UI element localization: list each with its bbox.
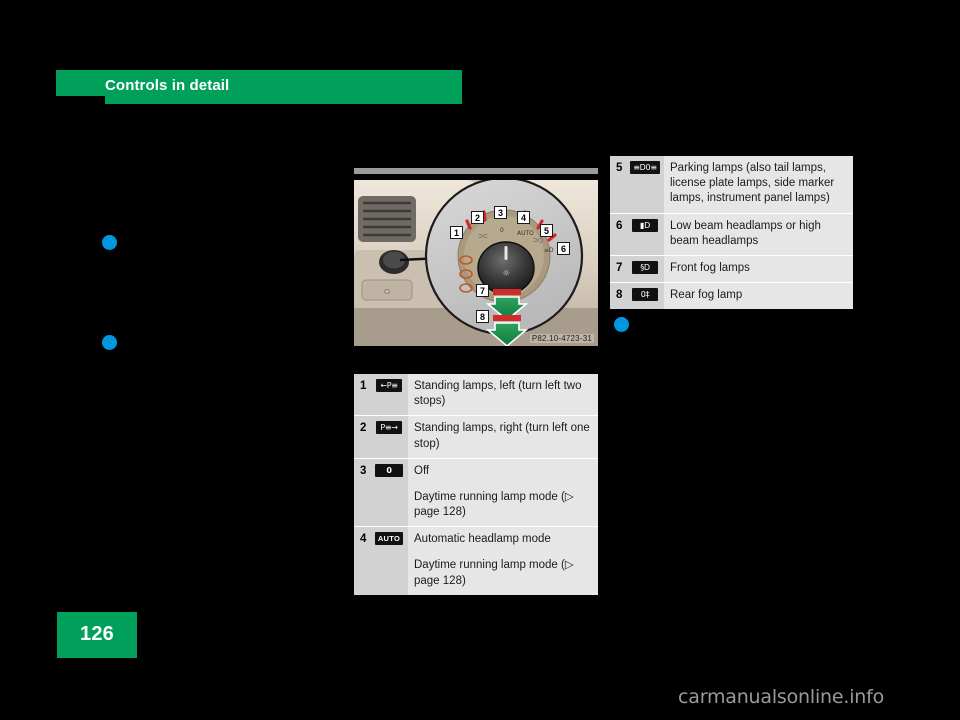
front-fog-lamps-icon: §D (630, 255, 664, 283)
table-row: 5 ≡D0≡ Parking lamps (also tail lamps, l… (610, 156, 853, 213)
row-description: Parking lamps (also tail lamps, license … (664, 156, 853, 213)
row-description: Rear fog lamp (664, 283, 853, 310)
bullet-marker-3 (614, 317, 629, 332)
row-line: Automatic headlamp mode (414, 533, 551, 546)
table-row: 3 0 Off Daytime running lamp mode (▷ pag… (354, 457, 598, 527)
lamp-positions-table-lower: 1 ←P≡ Standing lamps, left (turn left tw… (354, 374, 598, 595)
standing-lamps-right-icon: P≡→ (374, 416, 408, 458)
standing-lamps-left-icon: ←P≡ (374, 374, 408, 416)
light-switch-photo: ⎔ ⊃⊂ 0 AUTO ⊃○ ≡D ☼ 1 2 3 4 5 6 7 8 P82.… (354, 180, 598, 346)
row-number: 1 (354, 374, 374, 416)
svg-text:☼: ☼ (502, 269, 510, 279)
row-line: Low beam headlamps or high beam headlamp… (670, 219, 821, 247)
bullet-marker-1 (102, 235, 117, 250)
row-line: Front fog lamps (670, 261, 750, 274)
row-number: 5 (610, 156, 630, 213)
page-number-box: 126 (57, 612, 137, 658)
row-line-secondary: Daytime running lamp mode (▷ page 128) (414, 490, 574, 519)
row-number: 6 (610, 213, 630, 255)
parking-lamps-icon: ≡D0≡ (630, 156, 664, 213)
lamp-positions-table-upper: 5 ≡D0≡ Parking lamps (also tail lamps, l… (610, 156, 853, 310)
row-description: Low beam headlamps or high beam headlamp… (664, 213, 853, 255)
svg-text:⊃⊂: ⊃⊂ (478, 233, 488, 240)
row-description: Front fog lamps (664, 255, 853, 283)
figure-callout-5: 5 (540, 224, 553, 237)
svg-text:≡D: ≡D (544, 247, 554, 254)
row-line: Off (414, 464, 430, 477)
row-line-secondary: Daytime running lamp mode (▷ page 128) (414, 559, 574, 587)
page-number: 126 (80, 623, 114, 645)
bullet-marker-2 (102, 335, 117, 350)
low-beam-headlamps-icon: ▮D (630, 213, 664, 255)
row-line: Rear fog lamp (670, 289, 743, 302)
figure-light-switch: ⎔ ⊃⊂ 0 AUTO ⊃○ ≡D ☼ 1 2 3 4 5 6 7 8 P82.… (354, 168, 598, 346)
figure-callout-6: 6 (557, 242, 570, 255)
rear-fog-lamp-icon: 0‡ (630, 283, 664, 310)
icon-chip: ▮D (632, 218, 658, 232)
figure-callout-7: 7 (476, 284, 489, 297)
icon-chip: AUTO (374, 532, 404, 546)
figure-caption: P82.10-4723-31 (529, 334, 594, 343)
figure-callout-4: 4 (517, 211, 530, 224)
row-number: 2 (354, 416, 374, 458)
off-position-icon: 0 (374, 458, 408, 527)
icon-chip: §D (632, 260, 658, 274)
icon-chip: P≡→ (376, 421, 402, 435)
manual-page: Controls in detail ⎔ ⊃⊂ 0 AUTO ⊃○ ≡D ☼ 1… (0, 0, 960, 720)
icon-chip: ←P≡ (376, 379, 402, 392)
figure-top-rule (354, 168, 598, 174)
row-number: 7 (610, 255, 630, 283)
table-row: 7 §D Front fog lamps (610, 254, 853, 283)
page-header: Controls in detail (56, 70, 462, 106)
page-title: Controls in detail (105, 77, 230, 94)
figure-callout-8: 8 (476, 310, 489, 323)
row-line: Parking lamps (also tail lamps, license … (670, 162, 835, 205)
row-description: Off Daytime running lamp mode (▷ page 12… (408, 458, 598, 527)
svg-text:⎔: ⎔ (384, 288, 390, 296)
svg-text:AUTO: AUTO (517, 230, 534, 237)
row-number: 8 (610, 283, 630, 310)
row-line: Standing lamps, left (turn left two stop… (414, 380, 582, 408)
table-row: 6 ▮D Low beam headlamps or high beam hea… (610, 212, 853, 255)
row-number: 4 (354, 527, 374, 595)
icon-chip: 0‡ (632, 288, 658, 302)
table-row: 4 AUTO Automatic headlamp mode Daytime r… (354, 526, 598, 595)
site-watermark: carmanualsonline.info (678, 686, 885, 708)
header-black-notch (56, 96, 105, 106)
row-number: 3 (354, 458, 374, 527)
row-description: Standing lamps, right (turn left one sto… (408, 416, 598, 458)
row-line: Standing lamps, right (turn left one sto… (414, 422, 590, 450)
svg-text:0: 0 (500, 227, 504, 234)
automatic-headlamp-mode-icon: AUTO (374, 527, 408, 595)
figure-callout-1: 1 (450, 226, 463, 239)
figure-callout-3: 3 (494, 206, 507, 219)
figure-callout-2: 2 (471, 211, 484, 224)
icon-chip: ≡D0≡ (630, 161, 660, 174)
row-description: Standing lamps, left (turn left two stop… (408, 374, 598, 416)
table-row: 1 ←P≡ Standing lamps, left (turn left tw… (354, 374, 598, 416)
svg-text:⊃○: ⊃○ (533, 237, 543, 244)
table-row: 2 P≡→ Standing lamps, right (turn left o… (354, 415, 598, 458)
icon-chip: 0 (375, 463, 403, 477)
table-row: 8 0‡ Rear fog lamp (610, 282, 853, 310)
row-description: Automatic headlamp mode Daytime running … (408, 527, 598, 595)
